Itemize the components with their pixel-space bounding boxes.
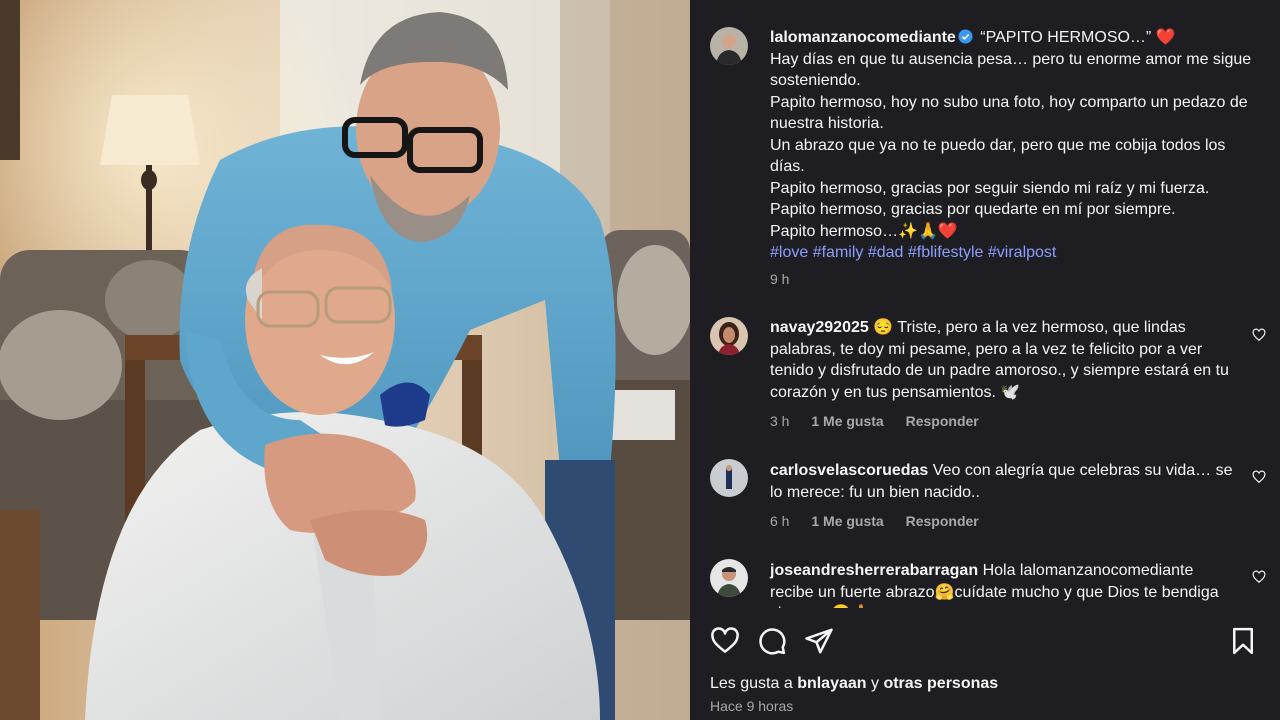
like-button[interactable] — [710, 626, 740, 656]
comments-scroll-area[interactable]: lalomanzanocomediante “PAPITO HERMOSO…” … — [690, 0, 1280, 608]
comment-button[interactable] — [757, 626, 787, 656]
comment-avatar[interactable] — [710, 317, 748, 355]
comment-reply-button[interactable]: Responder — [906, 413, 979, 429]
author-avatar[interactable] — [710, 27, 748, 65]
caption-title: “PAPITO HERMOSO…” — [980, 29, 1152, 46]
comment-meta: 6 h 1 Me gusta Responder — [770, 513, 997, 529]
caption-line-1: Hay días en que tu ausencia pesa… pero t… — [770, 50, 1252, 90]
share-button[interactable] — [804, 626, 834, 656]
caption-heart: ❤️ — [1155, 29, 1176, 46]
comment-avatar[interactable] — [710, 459, 748, 497]
comment-time: 3 h — [770, 413, 790, 429]
caption-time: 9 h — [770, 271, 790, 287]
post-timestamp: Hace 9 horas — [710, 698, 794, 714]
post-photo[interactable] — [0, 0, 690, 720]
likes-others[interactable]: otras personas — [883, 675, 998, 692]
comment-heart-icon[interactable] — [1252, 570, 1266, 584]
caption-hashtags[interactable]: #love #family #dad #fblifestyle #viralpo… — [770, 244, 1056, 261]
caption-line-4: Papito hermoso, gracias por seguir siend… — [770, 179, 1210, 197]
comment-meta: 3 h 1 Me gusta Responder — [770, 413, 997, 429]
comment-username[interactable]: navay292025 — [770, 319, 869, 336]
caption-line-6: Papito hermoso…✨🙏❤️ — [770, 222, 958, 240]
comment-item: navay292025 😔 Triste, pero a la vez herm… — [770, 317, 1240, 403]
verified-badge-icon — [958, 29, 973, 44]
post-caption: lalomanzanocomediante “PAPITO HERMOSO…” … — [770, 27, 1258, 264]
comment-item: carlosvelascoruedas Veo con alegría que … — [770, 460, 1240, 503]
likes-mid: y — [871, 675, 879, 692]
likes-user[interactable]: bnlayaan — [797, 675, 866, 692]
heart-icon — [711, 627, 739, 653]
caption-line-2: Papito hermoso, hoy no subo una foto, ho… — [770, 93, 1248, 133]
comment-avatar[interactable] — [710, 559, 748, 597]
comment-username[interactable]: joseandresherrerabarragan — [770, 562, 978, 579]
save-button[interactable] — [1228, 626, 1258, 656]
comments-panel: lalomanzanocomediante “PAPITO HERMOSO…” … — [690, 0, 1280, 720]
comment-heart-icon[interactable] — [1252, 328, 1266, 342]
comment-item: joseandresherrerabarragan Hola lalomanza… — [770, 560, 1240, 608]
comment-username[interactable]: carlosvelascoruedas — [770, 462, 928, 479]
comment-heart-icon[interactable] — [1252, 470, 1266, 484]
likes-prefix: Les gusta a — [710, 675, 793, 692]
comment-reply-button[interactable]: Responder — [906, 513, 979, 529]
comment-likes[interactable]: 1 Me gusta — [811, 413, 883, 429]
post-action-bar — [690, 620, 1280, 660]
post-image-illustration — [0, 0, 690, 720]
caption-line-3: Un abrazo que ya no te puedo dar, pero q… — [770, 136, 1226, 176]
comment-time: 6 h — [770, 513, 790, 529]
paper-plane-icon — [805, 628, 833, 654]
bookmark-icon — [1233, 627, 1253, 655]
comment-likes[interactable]: 1 Me gusta — [811, 513, 883, 529]
likes-summary[interactable]: Les gusta a bnlayaan y otras personas — [710, 675, 998, 693]
instagram-post-view: lalomanzanocomediante “PAPITO HERMOSO…” … — [0, 0, 1280, 720]
author-username[interactable]: lalomanzanocomediante — [770, 29, 956, 46]
comment-emoji: 😔 — [873, 319, 894, 336]
comment-bubble-icon — [759, 628, 786, 655]
caption-line-5: Papito hermoso, gracias por quedarte en … — [770, 201, 1176, 218]
